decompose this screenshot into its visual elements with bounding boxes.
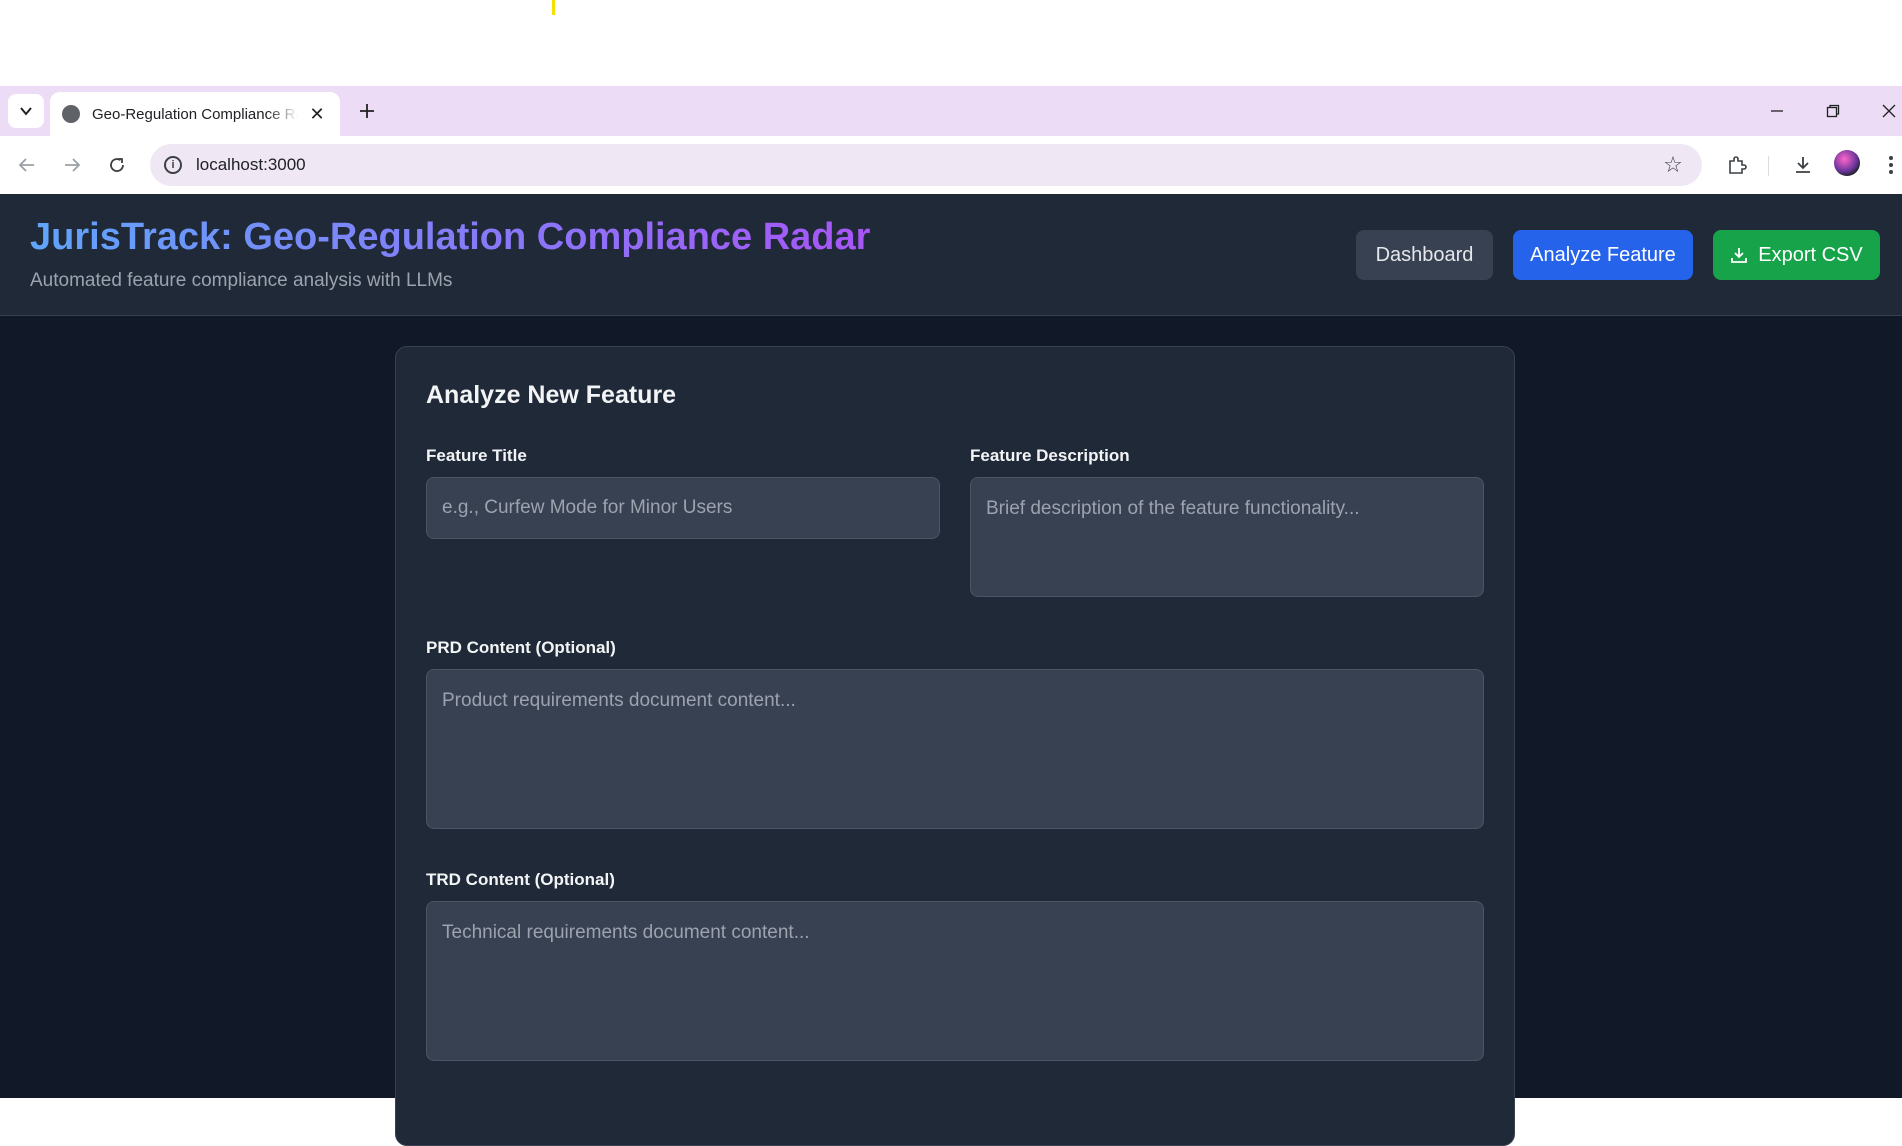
tab-search-button[interactable] [8, 94, 44, 128]
feature-title-label: Feature Title [426, 446, 527, 465]
url-text: localhost:3000 [196, 155, 306, 174]
forward-button[interactable] [57, 150, 87, 180]
window-close-button[interactable] [1874, 96, 1902, 126]
desktop-top-area [0, 0, 1902, 86]
puzzle-icon [1729, 156, 1747, 174]
reload-button[interactable] [102, 150, 132, 180]
close-icon[interactable]: ✕ [306, 103, 328, 125]
feature-description-label: Feature Description [970, 446, 1130, 465]
app-title: JurisTrack: Geo-Regulation Compliance Ra… [30, 216, 871, 258]
dashboard-button[interactable]: Dashboard [1356, 230, 1493, 280]
minimize-icon [1771, 110, 1783, 112]
new-tab-button[interactable] [352, 96, 382, 126]
prd-content-textarea[interactable]: Product requirements document content... [426, 669, 1484, 829]
downloads-button[interactable] [1788, 150, 1818, 180]
app-root: JurisTrack: Geo-Regulation Compliance Ra… [0, 194, 1902, 1146]
export-csv-label: Export CSV [1758, 243, 1863, 266]
extensions-button[interactable] [1722, 150, 1752, 180]
toolbar-divider [1768, 156, 1769, 176]
arrow-left-icon [18, 158, 34, 172]
trd-content-textarea[interactable]: Technical requirements document content.… [426, 901, 1484, 1061]
minimize-button[interactable] [1762, 96, 1792, 126]
restore-button[interactable] [1818, 96, 1848, 126]
trd-content-label: TRD Content (Optional) [426, 870, 615, 889]
browser-menu-button[interactable] [1876, 150, 1902, 180]
bookmark-star-icon[interactable]: ☆ [1660, 152, 1686, 178]
text-cursor-marker [552, 0, 555, 15]
feature-description-textarea[interactable]: Brief description of the feature functio… [970, 477, 1484, 597]
chevron-down-icon [20, 107, 32, 116]
address-bar[interactable]: i localhost:3000 ☆ [150, 144, 1702, 186]
tab-title: Geo-Regulation Compliance Radar [92, 105, 298, 123]
feature-title-input[interactable]: e.g., Curfew Mode for Minor Users [426, 477, 940, 539]
card-title: Analyze New Feature [426, 381, 677, 409]
analyze-feature-card: Analyze New Feature Feature Title e.g., … [395, 346, 1515, 1146]
close-icon [1882, 104, 1896, 118]
reload-icon [110, 158, 124, 172]
restore-icon [1826, 104, 1840, 118]
analyze-feature-button[interactable]: Analyze Feature [1513, 230, 1693, 280]
plus-icon [360, 104, 374, 118]
download-icon [1796, 157, 1810, 173]
globe-icon [62, 105, 80, 123]
download-icon [1731, 248, 1748, 263]
app-subtitle: Automated feature compliance analysis wi… [30, 270, 453, 291]
site-info-icon[interactable]: i [164, 156, 182, 174]
kebab-menu-icon [1889, 156, 1893, 174]
app-header: JurisTrack: Geo-Regulation Compliance Ra… [0, 194, 1902, 316]
prd-content-label: PRD Content (Optional) [426, 638, 616, 657]
back-button[interactable] [12, 150, 42, 180]
browser-toolbar: i localhost:3000 ☆ [0, 136, 1902, 194]
profile-avatar[interactable] [1834, 150, 1860, 176]
browser-tab-active[interactable]: Geo-Regulation Compliance Radar ✕ [50, 92, 340, 136]
export-csv-button[interactable]: Export CSV [1713, 230, 1880, 280]
browser-tab-strip: Geo-Regulation Compliance Radar ✕ [0, 86, 1902, 136]
arrow-right-icon [65, 158, 81, 172]
